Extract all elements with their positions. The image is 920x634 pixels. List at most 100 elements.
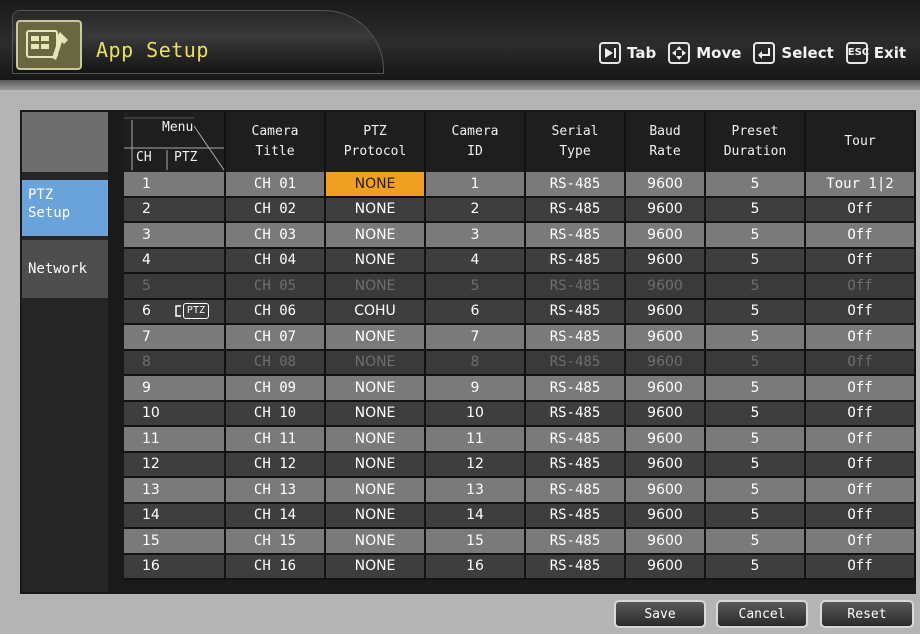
sidebar-item-ptz-setup[interactable]: PTZ Setup	[22, 180, 108, 236]
preset-duration-cell[interactable]: 5	[706, 197, 806, 223]
tour-cell[interactable]: Off	[806, 427, 916, 453]
baud-rate-cell[interactable]: 9600	[626, 376, 706, 402]
baud-rate-cell[interactable]: 9600	[626, 325, 706, 351]
camera-id-cell[interactable]: 3	[426, 223, 526, 249]
serial-type-cell[interactable]: RS-485	[526, 478, 626, 504]
baud-rate-cell[interactable]: 9600	[626, 197, 706, 223]
tour-cell[interactable]: Off	[806, 554, 916, 580]
baud-rate-cell[interactable]: 9600	[626, 299, 706, 325]
ptz-protocol-cell[interactable]: NONE	[326, 248, 426, 274]
save-button[interactable]: Save	[614, 600, 706, 628]
camera-title-cell[interactable]: CH 06	[226, 299, 326, 325]
preset-duration-cell[interactable]: 5	[706, 478, 806, 504]
camera-title-cell[interactable]: CH 10	[226, 401, 326, 427]
camera-title-cell[interactable]: CH 14	[226, 503, 326, 529]
preset-duration-cell[interactable]: 5	[706, 554, 806, 580]
serial-type-cell[interactable]: RS-485	[526, 427, 626, 453]
ptz-protocol-cell[interactable]: NONE	[326, 376, 426, 402]
tour-cell[interactable]: Off	[806, 452, 916, 478]
ptz-protocol-cell[interactable]: NONE	[326, 197, 426, 223]
tour-cell[interactable]: Off	[806, 478, 916, 504]
camera-id-cell[interactable]: 5	[426, 274, 526, 300]
camera-title-cell[interactable]: CH 11	[226, 427, 326, 453]
camera-title-cell[interactable]: CH 08	[226, 350, 326, 376]
camera-id-cell[interactable]: 10	[426, 401, 526, 427]
ptz-protocol-cell[interactable]: NONE	[326, 350, 426, 376]
serial-type-cell[interactable]: RS-485	[526, 503, 626, 529]
preset-duration-cell[interactable]: 5	[706, 248, 806, 274]
serial-type-cell[interactable]: RS-485	[526, 376, 626, 402]
camera-id-cell[interactable]: 4	[426, 248, 526, 274]
serial-type-cell[interactable]: RS-485	[526, 299, 626, 325]
camera-title-cell[interactable]: CH 16	[226, 554, 326, 580]
baud-rate-cell[interactable]: 9600	[626, 350, 706, 376]
ptz-protocol-cell[interactable]: NONE	[326, 325, 426, 351]
camera-id-cell[interactable]: 16	[426, 554, 526, 580]
ptz-protocol-cell[interactable]: NONE	[326, 503, 426, 529]
serial-type-cell[interactable]: RS-485	[526, 401, 626, 427]
preset-duration-cell[interactable]: 5	[706, 376, 806, 402]
camera-title-cell[interactable]: CH 13	[226, 478, 326, 504]
baud-rate-cell[interactable]: 9600	[626, 452, 706, 478]
camera-title-cell[interactable]: CH 04	[226, 248, 326, 274]
tour-cell[interactable]: Off	[806, 503, 916, 529]
serial-type-cell[interactable]: RS-485	[526, 274, 626, 300]
serial-type-cell[interactable]: RS-485	[526, 197, 626, 223]
serial-type-cell[interactable]: RS-485	[526, 248, 626, 274]
camera-id-cell[interactable]: 2	[426, 197, 526, 223]
camera-id-cell[interactable]: 15	[426, 529, 526, 555]
camera-id-cell[interactable]: 6	[426, 299, 526, 325]
baud-rate-cell[interactable]: 9600	[626, 478, 706, 504]
baud-rate-cell[interactable]: 9600	[626, 248, 706, 274]
camera-title-cell[interactable]: CH 01	[226, 172, 326, 198]
tour-cell[interactable]: Off	[806, 401, 916, 427]
cancel-button[interactable]: Cancel	[716, 600, 808, 628]
serial-type-cell[interactable]: RS-485	[526, 325, 626, 351]
preset-duration-cell[interactable]: 5	[706, 452, 806, 478]
ptz-protocol-cell[interactable]: NONE	[326, 529, 426, 555]
tour-cell[interactable]: Off	[806, 248, 916, 274]
camera-title-cell[interactable]: CH 09	[226, 376, 326, 402]
camera-id-cell[interactable]: 13	[426, 478, 526, 504]
preset-duration-cell[interactable]: 5	[706, 350, 806, 376]
camera-id-cell[interactable]: 14	[426, 503, 526, 529]
ptz-protocol-cell[interactable]: NONE	[326, 274, 426, 300]
baud-rate-cell[interactable]: 9600	[626, 554, 706, 580]
serial-type-cell[interactable]: RS-485	[526, 529, 626, 555]
ptz-protocol-cell[interactable]: NONE	[326, 452, 426, 478]
preset-duration-cell[interactable]: 5	[706, 223, 806, 249]
preset-duration-cell[interactable]: 5	[706, 401, 806, 427]
camera-id-cell[interactable]: 8	[426, 350, 526, 376]
baud-rate-cell[interactable]: 9600	[626, 427, 706, 453]
ptz-protocol-cell[interactable]: NONE	[326, 427, 426, 453]
preset-duration-cell[interactable]: 5	[706, 427, 806, 453]
serial-type-cell[interactable]: RS-485	[526, 172, 626, 198]
tour-cell[interactable]: Off	[806, 376, 916, 402]
camera-title-cell[interactable]: CH 15	[226, 529, 326, 555]
ptz-protocol-cell[interactable]: NONE	[326, 172, 426, 198]
baud-rate-cell[interactable]: 9600	[626, 401, 706, 427]
serial-type-cell[interactable]: RS-485	[526, 452, 626, 478]
preset-duration-cell[interactable]: 5	[706, 529, 806, 555]
preset-duration-cell[interactable]: 5	[706, 274, 806, 300]
ptz-protocol-cell[interactable]: NONE	[326, 554, 426, 580]
camera-id-cell[interactable]: 7	[426, 325, 526, 351]
baud-rate-cell[interactable]: 9600	[626, 503, 706, 529]
preset-duration-cell[interactable]: 5	[706, 172, 806, 198]
ptz-protocol-cell[interactable]: NONE	[326, 223, 426, 249]
ptz-protocol-cell[interactable]: NONE	[326, 401, 426, 427]
reset-button[interactable]: Reset	[820, 600, 914, 628]
camera-id-cell[interactable]: 12	[426, 452, 526, 478]
camera-title-cell[interactable]: CH 12	[226, 452, 326, 478]
tour-cell[interactable]: Off	[806, 197, 916, 223]
preset-duration-cell[interactable]: 5	[706, 503, 806, 529]
camera-title-cell[interactable]: CH 02	[226, 197, 326, 223]
camera-title-cell[interactable]: CH 03	[226, 223, 326, 249]
baud-rate-cell[interactable]: 9600	[626, 529, 706, 555]
preset-duration-cell[interactable]: 5	[706, 325, 806, 351]
baud-rate-cell[interactable]: 9600	[626, 274, 706, 300]
tour-cell[interactable]: Off	[806, 350, 916, 376]
camera-id-cell[interactable]: 9	[426, 376, 526, 402]
serial-type-cell[interactable]: RS-485	[526, 350, 626, 376]
tour-cell[interactable]: Off	[806, 529, 916, 555]
